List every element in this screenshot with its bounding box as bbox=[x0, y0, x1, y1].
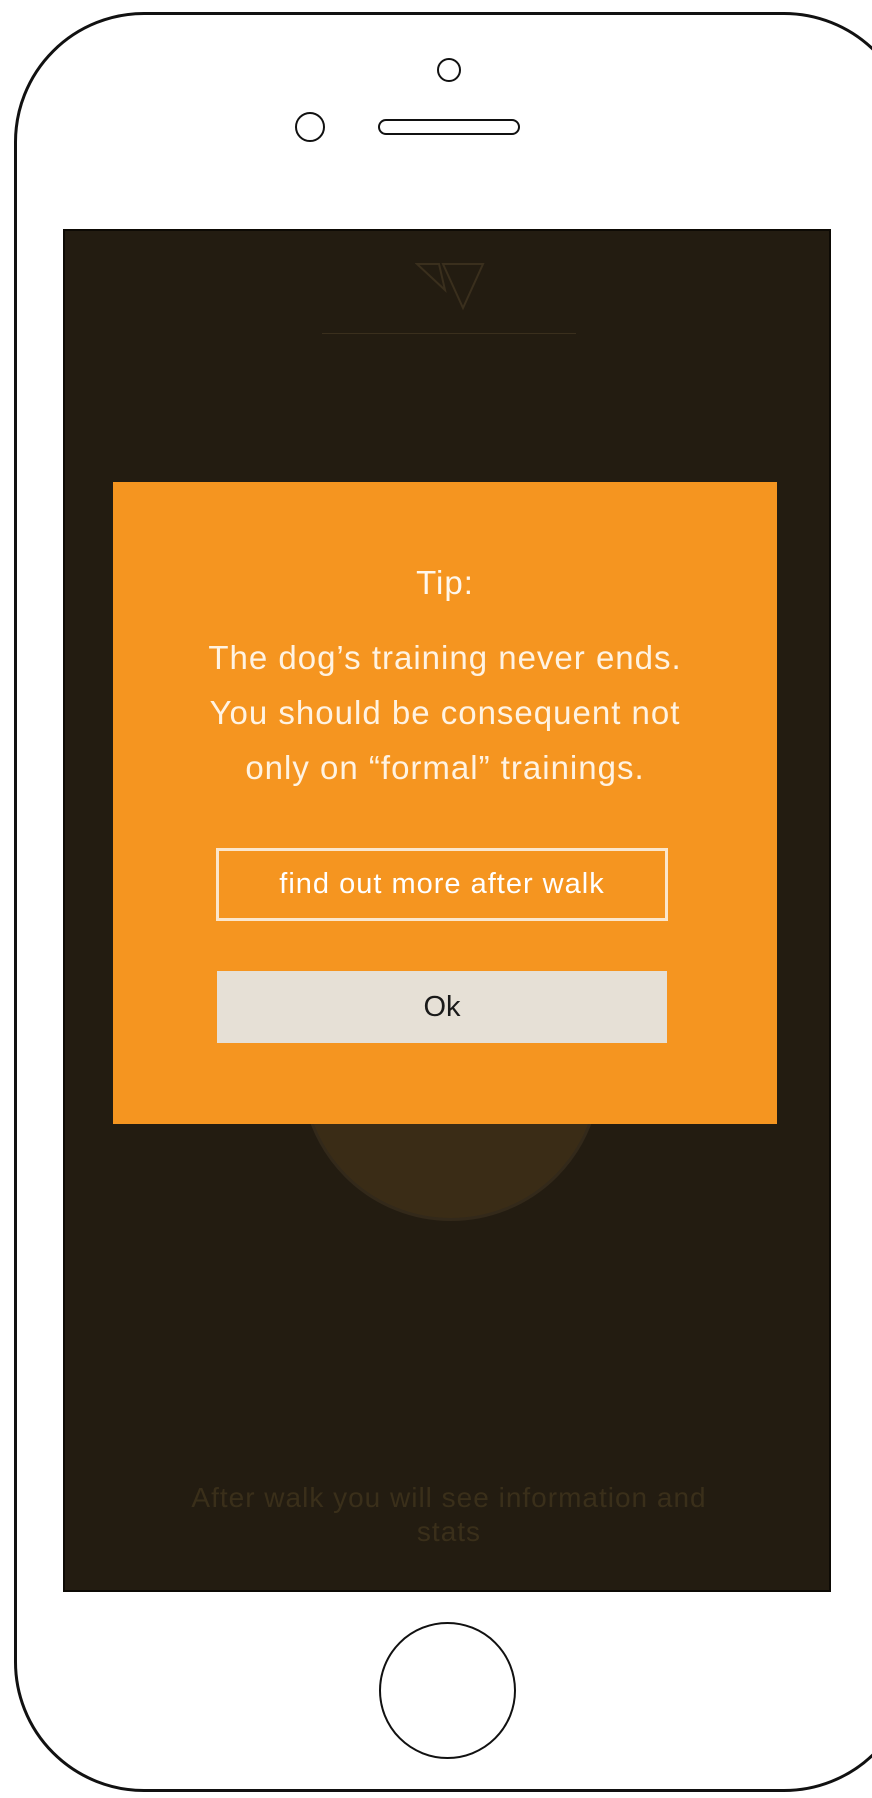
down-triangles-logo-icon bbox=[415, 263, 485, 311]
mockup-stage: After walk you will see information and … bbox=[0, 0, 872, 1798]
tip-message: The dog’s training never ends. You shoul… bbox=[173, 630, 717, 795]
front-camera bbox=[437, 58, 461, 82]
proximity-sensor bbox=[295, 112, 325, 142]
header-divider bbox=[322, 333, 576, 334]
ok-button[interactable]: Ok bbox=[217, 971, 667, 1043]
earpiece-speaker bbox=[378, 119, 520, 135]
tip-message-line: The dog’s training never ends. bbox=[208, 639, 682, 676]
home-button[interactable] bbox=[379, 1622, 516, 1759]
tip-message-line: only on “formal” trainings. bbox=[245, 749, 645, 786]
find-out-more-button[interactable]: find out more after walk bbox=[216, 848, 668, 921]
tip-dialog: Tip: The dog’s training never ends. You … bbox=[113, 482, 777, 1124]
tip-message-line: You should be consequent not bbox=[209, 694, 681, 731]
after-walk-info-text: After walk you will see information and … bbox=[191, 1482, 707, 1547]
tip-title: Tip: bbox=[416, 564, 474, 601]
